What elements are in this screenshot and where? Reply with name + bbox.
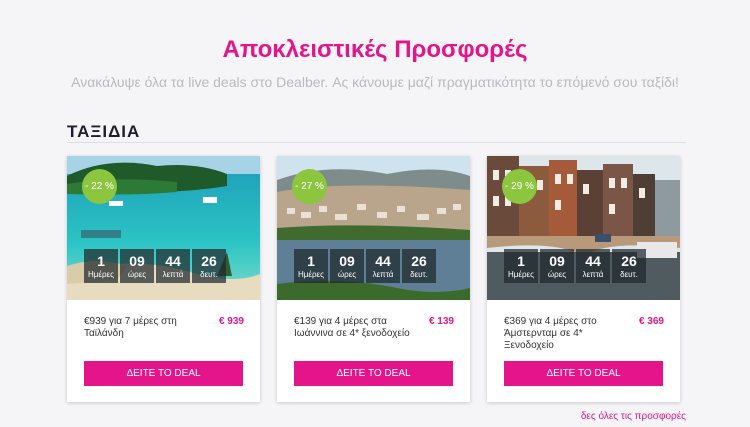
- section-title: ΤΑΞΙΔΙΑ: [67, 122, 141, 141]
- timer-minutes: 44 λεπτά: [156, 249, 190, 283]
- view-deal-button[interactable]: ΔΕΙΤΕ ΤΟ DEAL: [84, 361, 243, 386]
- deal-price: € 369: [638, 316, 664, 327]
- timer-hours: 09 ώρες: [120, 249, 154, 283]
- deal-price: € 939: [218, 316, 244, 327]
- timer-minutes: 44 λεπτά: [366, 249, 400, 283]
- timer-minutes: 44 λεπτά: [576, 249, 610, 283]
- timer-hours: 09 ώρες: [330, 249, 364, 283]
- deal-image-ioannina[interactable]: - 27 % 1 Ημέρες 09 ώρες 44 λεπτά 26 δευτ.: [277, 156, 470, 300]
- discount-badge: - 22 %: [82, 169, 117, 204]
- deal-description: €139 για 4 μέρες στα Ιωάννινα σε 4* ξενο…: [294, 316, 410, 339]
- timer-seconds: 26 δευτ.: [402, 249, 436, 283]
- deal-image-thailand[interactable]: - 22 % 1 Ημέρες 09 ώρες 44 λεπτά 26 δευτ.: [67, 156, 260, 300]
- section-divider: [67, 142, 686, 143]
- countdown-timer: 1 Ημέρες 09 ώρες 44 λεπτά 26 δευτ.: [504, 249, 648, 283]
- view-deal-button[interactable]: ΔΕΙΤΕ ΤΟ DEAL: [504, 361, 663, 386]
- deal-price: € 139: [428, 316, 454, 327]
- deal-card[interactable]: - 29 % 1 Ημέρες 09 ώρες 44 λεπτά 26 δευτ. €3…: [487, 156, 680, 402]
- page-subtitle: Ανακάλυψε όλα τα live deals στο Dealber.…: [71, 74, 679, 90]
- discount-badge: - 29 %: [502, 169, 537, 204]
- timer-seconds: 26 δευτ.: [612, 249, 646, 283]
- deal-description: €939 για 7 μέρες στη Ταϊλάνδη: [84, 316, 177, 339]
- timer-hours: 09 ώρες: [540, 249, 574, 283]
- timer-days: 1 Ημέρες: [294, 249, 328, 283]
- deal-card[interactable]: - 22 % 1 Ημέρες 09 ώρες 44 λεπτά 26 δευτ. €9…: [67, 156, 260, 402]
- deal-image-amsterdam[interactable]: - 29 % 1 Ημέρες 09 ώρες 44 λεπτά 26 δευτ.: [487, 156, 680, 300]
- timer-days: 1 Ημέρες: [504, 249, 538, 283]
- deal-card[interactable]: - 27 % 1 Ημέρες 09 ώρες 44 λεπτά 26 δευτ. €1…: [277, 156, 470, 402]
- timer-days: 1 Ημέρες: [84, 249, 118, 283]
- countdown-timer: 1 Ημέρες 09 ώρες 44 λεπτά 26 δευτ.: [294, 249, 438, 283]
- discount-badge: - 27 %: [292, 169, 327, 204]
- see-all-offers-link[interactable]: δες όλες τις προσφορές: [581, 411, 686, 422]
- view-deal-button[interactable]: ΔΕΙΤΕ ΤΟ DEAL: [294, 361, 453, 386]
- page-title: Αποκλειστικές Προσφορές: [222, 36, 528, 63]
- countdown-timer: 1 Ημέρες 09 ώρες 44 λεπτά 26 δευτ.: [84, 249, 228, 283]
- timer-seconds: 26 δευτ.: [192, 249, 226, 283]
- deal-description: €369 για 4 μέρες στο Άμστερνταμ σε 4* Ξε…: [504, 316, 597, 351]
